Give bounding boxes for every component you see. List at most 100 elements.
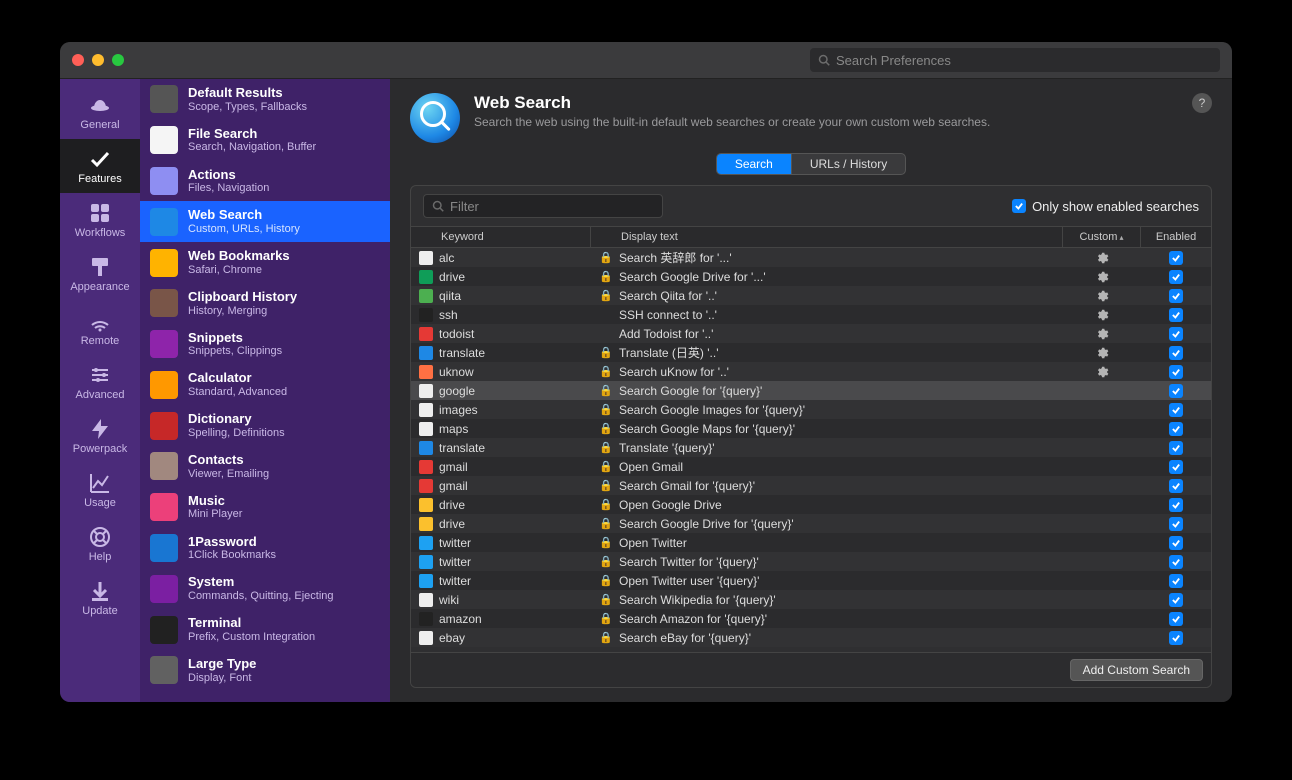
feature-item-system[interactable]: System Commands, Quitting, Ejecting <box>140 568 390 609</box>
cell-enabled[interactable] <box>1141 517 1211 531</box>
cell-enabled[interactable] <box>1141 365 1211 379</box>
cell-enabled[interactable] <box>1141 251 1211 265</box>
feature-item-contacts[interactable]: Contacts Viewer, Emailing <box>140 446 390 487</box>
help-button[interactable]: ? <box>1192 93 1212 113</box>
only-enabled-toggle[interactable]: Only show enabled searches <box>1012 199 1199 214</box>
cell-enabled[interactable] <box>1141 574 1211 588</box>
cell-enabled[interactable] <box>1141 460 1211 474</box>
table-row[interactable]: maps 🔒 Search Google Maps for '{query}' <box>411 419 1211 438</box>
keyword-text: drive <box>439 498 465 512</box>
feature-item-default-results[interactable]: Default Results Scope, Types, Fallbacks <box>140 79 390 120</box>
column-custom[interactable]: Custom▴ <box>1063 227 1141 247</box>
filter-input[interactable]: Filter <box>423 194 663 218</box>
display-text: Search Google Maps for '{query}' <box>619 422 795 436</box>
tab-urls-history[interactable]: URLs / History <box>791 154 905 174</box>
sidebar-item-remote[interactable]: Remote <box>60 301 140 355</box>
table-row[interactable]: translate 🔒 Translate (日英) '..' <box>411 343 1211 362</box>
sidebar-item-advanced[interactable]: Advanced <box>60 355 140 409</box>
cell-enabled[interactable] <box>1141 270 1211 284</box>
sidebar-item-usage[interactable]: Usage <box>60 463 140 517</box>
favicon-icon <box>419 498 433 512</box>
cell-enabled[interactable] <box>1141 479 1211 493</box>
table-row[interactable]: twitter 🔒 Open Twitter <box>411 533 1211 552</box>
cell-custom <box>1063 289 1141 303</box>
cell-custom <box>1063 251 1141 265</box>
table-row[interactable]: qiita 🔒 Search Qiita for '..' <box>411 286 1211 305</box>
sidebar-item-workflows[interactable]: Workflows <box>60 193 140 247</box>
table-row[interactable]: images 🔒 Search Google Images for '{quer… <box>411 400 1211 419</box>
table-row[interactable]: translate 🔒 Translate '{query}' <box>411 438 1211 457</box>
feature-item-1password[interactable]: 1Password 1Click Bookmarks <box>140 528 390 569</box>
preferences-window: Search Preferences GeneralFeaturesWorkfl… <box>60 42 1232 702</box>
cell-keyword: amazon <box>411 612 591 626</box>
table-row[interactable]: todoist Add Todoist for '..' <box>411 324 1211 343</box>
cell-keyword: google <box>411 384 591 398</box>
calc-icon <box>150 371 178 399</box>
close-button[interactable] <box>72 54 84 66</box>
table-row[interactable]: wiki 🔒 Search Wikipedia for '{query}' <box>411 590 1211 609</box>
table-row[interactable]: twitter 🔒 Open Twitter user '{query}' <box>411 571 1211 590</box>
cell-enabled[interactable] <box>1141 308 1211 322</box>
column-enabled[interactable]: Enabled <box>1141 227 1211 247</box>
table-row[interactable]: drive 🔒 Open Google Drive <box>411 495 1211 514</box>
cell-enabled[interactable] <box>1141 327 1211 341</box>
table-row[interactable]: alc 🔒 Search 英辞郎 for '...' <box>411 248 1211 267</box>
search-preferences-input[interactable]: Search Preferences <box>810 48 1220 72</box>
checkbox-icon <box>1169 631 1183 645</box>
cell-enabled[interactable] <box>1141 422 1211 436</box>
table-row[interactable]: gmail 🔒 Search Gmail for '{query}' <box>411 476 1211 495</box>
feature-title: Contacts <box>188 452 269 468</box>
feature-item-terminal[interactable]: Terminal Prefix, Custom Integration <box>140 609 390 650</box>
feature-item-web-bookmarks[interactable]: Web Bookmarks Safari, Chrome <box>140 242 390 283</box>
cell-enabled[interactable] <box>1141 346 1211 360</box>
table-row[interactable]: drive 🔒 Search Google Drive for '...' <box>411 267 1211 286</box>
feature-item-clipboard-history[interactable]: Clipboard History History, Merging <box>140 283 390 324</box>
sidebar-item-label: Appearance <box>70 281 129 293</box>
column-display[interactable]: Display text <box>591 227 1063 247</box>
cell-enabled[interactable] <box>1141 536 1211 550</box>
column-keyword[interactable]: Keyword <box>411 227 591 247</box>
add-custom-search-button[interactable]: Add Custom Search <box>1070 659 1203 681</box>
cell-enabled[interactable] <box>1141 384 1211 398</box>
sidebar-item-powerpack[interactable]: Powerpack <box>60 409 140 463</box>
tab-search[interactable]: Search <box>717 154 791 174</box>
sidebar-item-update[interactable]: Update <box>60 571 140 625</box>
traffic-lights <box>72 54 124 66</box>
cell-display: 🔒 Search uKnow for '..' <box>591 365 1063 379</box>
cell-enabled[interactable] <box>1141 612 1211 626</box>
cell-enabled[interactable] <box>1141 593 1211 607</box>
minimize-button[interactable] <box>92 54 104 66</box>
sort-indicator-icon: ▴ <box>1119 233 1123 242</box>
feature-item-web-search[interactable]: Web Search Custom, URLs, History <box>140 201 390 242</box>
sidebar-item-general[interactable]: General <box>60 85 140 139</box>
table-row[interactable]: gmail 🔒 Open Gmail <box>411 457 1211 476</box>
feature-item-dictionary[interactable]: Dictionary Spelling, Definitions <box>140 405 390 446</box>
cell-enabled[interactable] <box>1141 289 1211 303</box>
cell-enabled[interactable] <box>1141 441 1211 455</box>
cell-enabled[interactable] <box>1141 498 1211 512</box>
feature-item-calculator[interactable]: Calculator Standard, Advanced <box>140 364 390 405</box>
table-row[interactable]: ssh SSH connect to '..' <box>411 305 1211 324</box>
checkbox-icon <box>1169 479 1183 493</box>
feature-subtitle: Prefix, Custom Integration <box>188 631 315 644</box>
feature-item-large-type[interactable]: Large Type Display, Font <box>140 650 390 691</box>
feature-subtitle: 1Click Bookmarks <box>188 549 276 562</box>
table-row[interactable]: google 🔒 Search Google for '{query}' <box>411 381 1211 400</box>
cell-enabled[interactable] <box>1141 403 1211 417</box>
feature-item-actions[interactable]: Actions Files, Navigation <box>140 161 390 202</box>
cell-enabled[interactable] <box>1141 555 1211 569</box>
table-row[interactable]: ebay 🔒 Search eBay for '{query}' <box>411 628 1211 647</box>
cell-enabled[interactable] <box>1141 631 1211 645</box>
zoom-button[interactable] <box>112 54 124 66</box>
table-row[interactable]: drive 🔒 Search Google Drive for '{query}… <box>411 514 1211 533</box>
feature-item-music[interactable]: Music Mini Player <box>140 487 390 528</box>
feature-item-file-search[interactable]: File Search Search, Navigation, Buffer <box>140 120 390 161</box>
favicon-icon <box>419 460 433 474</box>
sidebar-item-help[interactable]: Help <box>60 517 140 571</box>
feature-item-snippets[interactable]: Snippets Snippets, Clippings <box>140 324 390 365</box>
table-row[interactable]: uknow 🔒 Search uKnow for '..' <box>411 362 1211 381</box>
table-row[interactable]: twitter 🔒 Search Twitter for '{query}' <box>411 552 1211 571</box>
sidebar-item-appearance[interactable]: Appearance <box>60 247 140 301</box>
sidebar-item-features[interactable]: Features <box>60 139 140 193</box>
table-row[interactable]: amazon 🔒 Search Amazon for '{query}' <box>411 609 1211 628</box>
